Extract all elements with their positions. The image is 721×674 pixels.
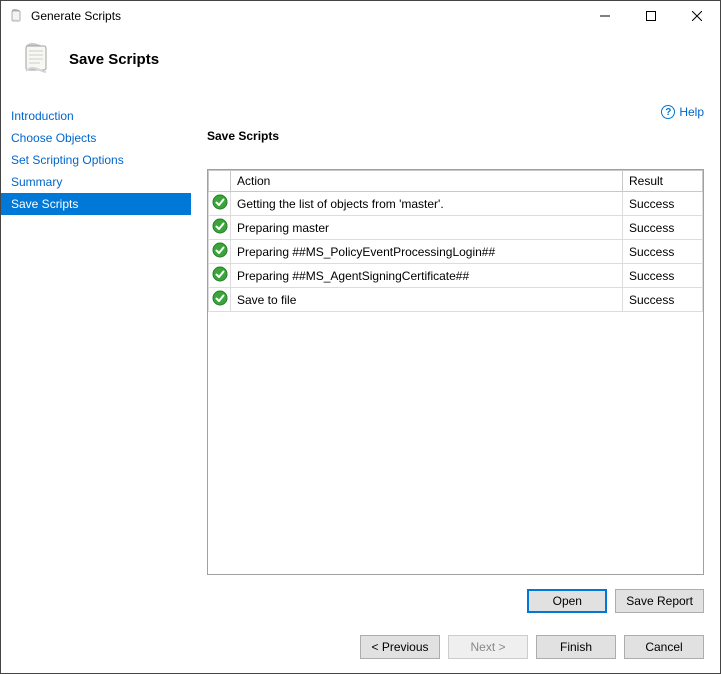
main: ? Help Save Scripts Action Result Gettin… <box>191 93 720 613</box>
sidebar-item-set-scripting-options[interactable]: Set Scripting Options <box>1 149 191 171</box>
cell-action: Preparing ##MS_AgentSigningCertificate## <box>231 264 623 288</box>
scroll-icon <box>17 39 57 79</box>
page-title: Save Scripts <box>69 51 159 68</box>
window: Generate Scripts Sav <box>0 0 721 674</box>
body: Introduction Choose Objects Set Scriptin… <box>1 93 720 613</box>
minimize-button[interactable] <box>582 1 628 31</box>
help-row: ? Help <box>207 105 704 119</box>
table-row[interactable]: Preparing ##MS_AgentSigningCertificate##… <box>209 264 703 288</box>
close-button[interactable] <box>674 1 720 31</box>
next-button: Next > <box>448 635 528 659</box>
maximize-button[interactable] <box>628 1 674 31</box>
results-grid: Action Result Getting the list of object… <box>207 169 704 575</box>
cell-result: Success <box>623 192 703 216</box>
help-link[interactable]: ? Help <box>661 105 704 119</box>
titlebar: Generate Scripts <box>1 1 720 31</box>
save-report-button[interactable]: Save Report <box>615 589 704 613</box>
success-icon <box>209 216 231 240</box>
table-row[interactable]: Getting the list of objects from 'master… <box>209 192 703 216</box>
help-icon: ? <box>661 105 675 119</box>
table-row[interactable]: Preparing masterSuccess <box>209 216 703 240</box>
sidebar-item-introduction[interactable]: Introduction <box>1 105 191 127</box>
previous-button[interactable]: < Previous <box>360 635 440 659</box>
app-icon <box>9 8 25 24</box>
help-label: Help <box>679 105 704 119</box>
sidebar-item-summary[interactable]: Summary <box>1 171 191 193</box>
cell-action: Getting the list of objects from 'master… <box>231 192 623 216</box>
col-header-status <box>209 171 231 192</box>
table-row[interactable]: Save to fileSuccess <box>209 288 703 312</box>
cell-result: Success <box>623 264 703 288</box>
cell-result: Success <box>623 288 703 312</box>
col-header-action[interactable]: Action <box>231 171 623 192</box>
sidebar: Introduction Choose Objects Set Scriptin… <box>1 93 191 613</box>
success-icon <box>209 192 231 216</box>
cell-action: Preparing master <box>231 216 623 240</box>
footer-buttons: < Previous Next > Finish Cancel <box>1 613 720 673</box>
header: Save Scripts <box>1 31 720 93</box>
col-header-result[interactable]: Result <box>623 171 703 192</box>
success-icon <box>209 240 231 264</box>
sidebar-item-save-scripts[interactable]: Save Scripts <box>1 193 191 215</box>
section-title: Save Scripts <box>207 129 704 143</box>
cancel-button[interactable]: Cancel <box>624 635 704 659</box>
main-buttons: Open Save Report <box>207 575 704 613</box>
cell-result: Success <box>623 240 703 264</box>
table-row[interactable]: Preparing ##MS_PolicyEventProcessingLogi… <box>209 240 703 264</box>
window-controls <box>582 1 720 31</box>
success-icon <box>209 264 231 288</box>
window-title: Generate Scripts <box>31 9 582 23</box>
open-button[interactable]: Open <box>527 589 607 613</box>
cell-result: Success <box>623 216 703 240</box>
finish-button[interactable]: Finish <box>536 635 616 659</box>
sidebar-item-choose-objects[interactable]: Choose Objects <box>1 127 191 149</box>
cell-action: Preparing ##MS_PolicyEventProcessingLogi… <box>231 240 623 264</box>
cell-action: Save to file <box>231 288 623 312</box>
success-icon <box>209 288 231 312</box>
